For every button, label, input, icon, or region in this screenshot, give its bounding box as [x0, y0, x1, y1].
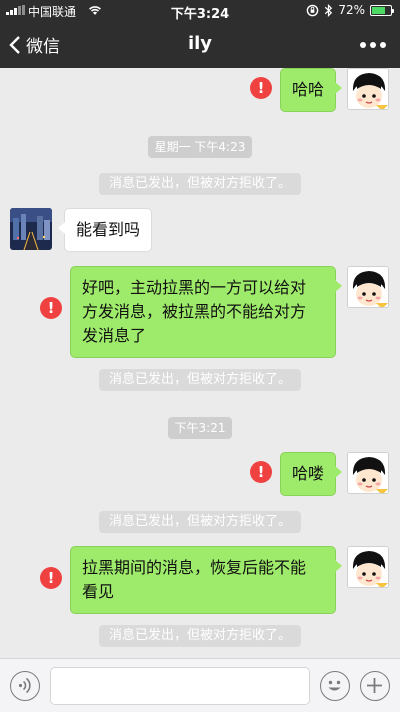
send-failed-icon[interactable]: !	[40, 567, 62, 589]
battery-percent: 72%	[338, 3, 365, 17]
chat-title: ily	[187, 33, 213, 54]
message-text: 哈哈	[292, 80, 325, 99]
bluetooth-icon	[325, 3, 333, 17]
message-text: 能看到吗	[76, 220, 141, 239]
battery-icon	[370, 4, 394, 16]
emoji-button[interactable]	[320, 671, 350, 701]
input-bar	[0, 658, 400, 712]
top-bar: 中国联通 下午3:24 72% 微信 ily	[0, 0, 400, 68]
my-message-bubble[interactable]: 哈哈	[280, 68, 343, 112]
send-failed-icon[interactable]: !	[250, 77, 272, 99]
contact-avatar[interactable]	[10, 208, 52, 250]
system-message-text: 消息已发出，但被对方拒收了。	[98, 625, 301, 647]
smiley-icon	[328, 680, 341, 691]
message-text: 哈喽	[292, 464, 325, 483]
timestamp-text: 星期一 下午4:23	[147, 136, 253, 158]
cartoon-girl-avatar-image	[348, 267, 388, 307]
my-avatar[interactable]	[347, 266, 389, 308]
status-bar: 中国联通 下午3:24 72%	[0, 0, 400, 22]
message-text-line: 拉黑期间的消息，恢复后能不能	[82, 558, 307, 577]
my-message-bubble[interactable]: 哈喽	[280, 452, 343, 496]
cartoon-girl-avatar-image	[348, 547, 388, 587]
timestamp: 星期一 下午4:23	[0, 136, 400, 158]
voice-input-button[interactable]	[10, 671, 40, 701]
message-text-line: 方发消息，被拉黑的不能给对方	[82, 302, 307, 321]
my-avatar[interactable]	[347, 452, 389, 494]
dot-icon	[380, 42, 386, 48]
system-message: 消息已发出，但被对方拒收了。	[0, 510, 400, 533]
system-message-text: 消息已发出，但被对方拒收了。	[98, 511, 301, 533]
my-message-bubble[interactable]: 好吧，主动拉黑的一方可以给对 方发消息，被拉黑的不能给对方 发消息了	[70, 266, 342, 358]
timestamp-text: 下午3:21	[167, 417, 233, 439]
more-functions-button[interactable]	[360, 671, 390, 701]
system-message-text: 消息已发出，但被对方拒收了。	[98, 369, 301, 391]
send-failed-icon[interactable]: !	[250, 461, 272, 483]
message-text-line: 好吧，主动拉黑的一方可以给对	[82, 278, 307, 297]
my-message-bubble[interactable]: 拉黑期间的消息，恢复后能不能 看见	[70, 546, 342, 614]
timestamp: 下午3:21	[0, 417, 400, 439]
nav-bar: 微信 ily	[0, 22, 400, 68]
rotation-lock-icon	[307, 4, 319, 16]
system-message: 消息已发出，但被对方拒收了。	[0, 368, 400, 391]
voice-icon	[18, 677, 31, 694]
dot-icon	[370, 42, 376, 48]
send-failed-icon[interactable]: !	[40, 297, 62, 319]
cartoon-girl-avatar-image	[348, 453, 388, 493]
city-night-avatar-image	[10, 208, 52, 250]
contact-message-bubble[interactable]: 能看到吗	[57, 208, 153, 252]
chat-area[interactable]: ! 哈哈 星期一 下午4:23 消息已发出，但被对方拒收了。 能看到吗 ! 好吧…	[0, 68, 400, 658]
more-options-button[interactable]	[360, 42, 386, 48]
system-message: 消息已发出，但被对方拒收了。	[0, 624, 400, 647]
my-avatar[interactable]	[347, 546, 389, 588]
message-input[interactable]	[50, 667, 310, 705]
dot-icon	[360, 42, 366, 48]
system-message: 消息已发出，但被对方拒收了。	[0, 172, 400, 195]
cartoon-girl-avatar-image	[348, 69, 388, 109]
message-text-line: 看见	[82, 582, 115, 601]
message-text-line: 发消息了	[82, 326, 147, 345]
system-message-text: 消息已发出，但被对方拒收了。	[98, 173, 301, 195]
my-avatar[interactable]	[347, 68, 389, 110]
plus-icon	[367, 678, 382, 693]
